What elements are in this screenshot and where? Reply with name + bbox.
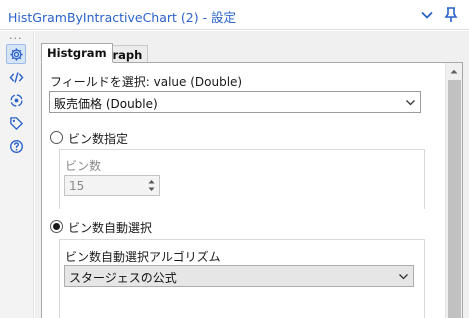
config-area: Histgram Graph フィールドを選択: value (Double) … xyxy=(35,31,469,318)
tag-icon[interactable] xyxy=(6,113,26,133)
algorithm-dropdown[interactable]: スタージェスの公式 xyxy=(64,265,414,287)
vertical-scrollbar[interactable] xyxy=(445,63,462,318)
bin-count-radio[interactable] xyxy=(50,131,63,144)
algorithm-label: ビン数自動選択アルゴリズム xyxy=(65,250,221,264)
code-icon[interactable] xyxy=(6,67,26,87)
chevron-down-icon xyxy=(399,274,408,280)
gear-icon[interactable] xyxy=(6,44,26,64)
auto-bin-radio[interactable] xyxy=(50,220,63,233)
chevron-down-icon xyxy=(406,100,415,106)
target-icon[interactable] xyxy=(6,90,26,110)
stepper-up-icon[interactable] xyxy=(145,177,158,185)
pin-icon[interactable] xyxy=(440,4,462,26)
bin-count-radio-label: ビン数指定 xyxy=(68,132,129,146)
field-select-label: フィールドを選択: value (Double) xyxy=(50,75,243,89)
chevron-down-icon[interactable] xyxy=(416,4,438,26)
bin-count-label: ビン数 xyxy=(65,159,102,173)
help-icon[interactable] xyxy=(6,136,26,156)
auto-bin-group: ビン数自動選択アルゴリズム スタージェスの公式 xyxy=(59,239,425,318)
stepper-down-icon[interactable] xyxy=(145,185,158,193)
bin-count-value: 15 xyxy=(69,179,85,193)
histgram-panel: フィールドを選択: value (Double) 販売価格 (Double) ビ… xyxy=(41,62,463,318)
window-header: HistGramByIntractiveChart (2) - 設定 xyxy=(0,0,469,30)
auto-bin-radio-label: ビン数自動選択 xyxy=(68,221,153,235)
more-dots[interactable]: ... xyxy=(9,30,23,41)
bin-count-group: ビン数 15 xyxy=(59,149,425,209)
bin-count-stepper[interactable]: 15 xyxy=(64,175,160,196)
scrollbar-thumb[interactable] xyxy=(448,80,461,318)
scroll-up-icon[interactable] xyxy=(446,63,462,79)
window-title: HistGramByIntractiveChart (2) - 設定 xyxy=(8,10,237,25)
field-dropdown-value: 販売価格 (Double) xyxy=(54,97,158,111)
field-dropdown[interactable]: 販売価格 (Double) xyxy=(49,91,421,113)
algorithm-dropdown-value: スタージェスの公式 xyxy=(69,271,177,285)
tab-histgram[interactable]: Histgram xyxy=(41,43,113,63)
tool-sidebar: ... xyxy=(0,30,34,318)
